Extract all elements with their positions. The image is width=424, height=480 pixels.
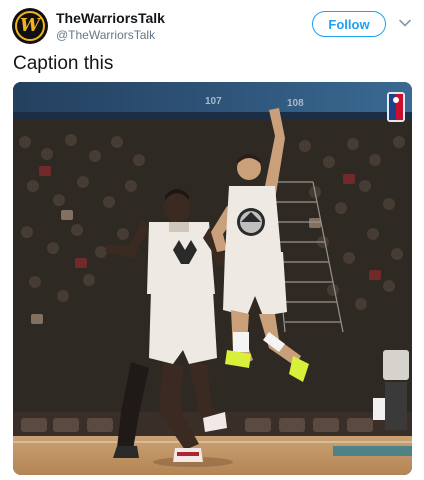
account-handle[interactable]: @TheWarriorsTalk	[56, 27, 165, 43]
basketball-photo: 107 108	[13, 82, 412, 475]
section-sign-107: 107	[205, 96, 222, 107]
tweet-card: W TheWarriorsTalk @TheWarriorsTalk Follo…	[0, 0, 424, 480]
display-name[interactable]: TheWarriorsTalk	[56, 10, 165, 27]
chevron-down-icon[interactable]	[398, 16, 412, 30]
follow-button[interactable]: Follow	[312, 11, 386, 37]
warriors-logo-icon: W	[15, 11, 45, 41]
account-names: TheWarriorsTalk @TheWarriorsTalk	[56, 10, 165, 43]
tweet-photo[interactable]: 107 108	[13, 82, 412, 475]
section-sign-108: 108	[287, 98, 304, 109]
nba-logo-icon	[387, 92, 405, 122]
tweet-text: Caption this	[13, 53, 114, 74]
avatar-letter: W	[19, 15, 41, 36]
avatar[interactable]: W	[12, 8, 48, 44]
tweet-header: W TheWarriorsTalk @TheWarriorsTalk Follo…	[0, 0, 424, 48]
